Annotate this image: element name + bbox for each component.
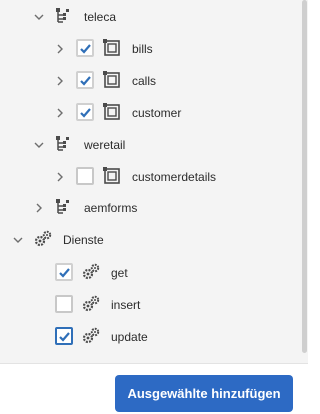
- bills-checkbox[interactable]: [76, 39, 94, 57]
- gears-icon: [81, 262, 101, 282]
- tree-node-label: aemforms: [84, 201, 138, 215]
- update-checkbox[interactable]: [55, 327, 73, 345]
- tree-node-label: get: [111, 266, 128, 280]
- schema-icon: [54, 134, 74, 154]
- table-icon: [102, 102, 122, 122]
- chevron-down-icon[interactable]: [31, 137, 47, 153]
- services-icon: [33, 229, 53, 249]
- table-icon: [102, 70, 122, 90]
- tree-node-insert[interactable]: insert: [0, 294, 300, 316]
- chevron-down-icon[interactable]: [10, 232, 26, 248]
- tree-panel: teleca bills calls customer weretail cus…: [0, 0, 308, 363]
- tree-node-customerdetails[interactable]: customerdetails: [0, 166, 300, 188]
- chevron-down-icon[interactable]: [31, 9, 47, 25]
- scrollbar[interactable]: [301, 0, 308, 363]
- tree-node-bills[interactable]: bills: [0, 38, 300, 60]
- chevron-right-icon[interactable]: [52, 105, 68, 121]
- customerdetails-checkbox[interactable]: [76, 167, 94, 185]
- tree-node-aemforms[interactable]: aemforms: [0, 197, 300, 219]
- schema-icon: [54, 197, 74, 217]
- table-icon: [102, 38, 122, 58]
- tree-node-customer[interactable]: customer: [0, 102, 300, 124]
- gears-icon: [81, 294, 101, 314]
- tree-node-weretail[interactable]: weretail: [0, 134, 300, 156]
- tree-node-get[interactable]: get: [0, 262, 300, 284]
- tree-node-label: teleca: [84, 10, 117, 24]
- chevron-right-icon[interactable]: [52, 169, 68, 185]
- customer-checkbox[interactable]: [76, 103, 94, 121]
- calls-checkbox[interactable]: [76, 71, 94, 89]
- add-selected-button[interactable]: Ausgewählte hinzufügen: [115, 375, 293, 412]
- tree-node-label: update: [111, 330, 148, 344]
- tree-node-label: Dienste: [63, 233, 104, 247]
- scrollbar-thumb[interactable]: [302, 0, 307, 353]
- tree-node-label: customer: [132, 106, 182, 120]
- tree-node-teleca[interactable]: teleca: [0, 6, 300, 28]
- insert-checkbox[interactable]: [55, 295, 73, 313]
- tree-node-label: insert: [111, 298, 141, 312]
- tree-node-update[interactable]: update: [0, 326, 300, 348]
- table-icon: [102, 166, 122, 186]
- tree-node-dienste[interactable]: Dienste: [0, 229, 300, 251]
- schema-icon: [54, 6, 74, 26]
- tree-node-label: weretail: [84, 138, 126, 152]
- chevron-right-icon[interactable]: [52, 73, 68, 89]
- tree-node-label: bills: [132, 42, 153, 56]
- tree-node-calls[interactable]: calls: [0, 70, 300, 92]
- footer-divider: [0, 363, 308, 364]
- tree-node-label: customerdetails: [132, 170, 217, 184]
- tree-node-label: calls: [132, 74, 157, 88]
- get-checkbox[interactable]: [55, 263, 73, 281]
- chevron-right-icon[interactable]: [31, 200, 47, 216]
- chevron-right-icon[interactable]: [52, 41, 68, 57]
- gears-icon: [81, 326, 101, 346]
